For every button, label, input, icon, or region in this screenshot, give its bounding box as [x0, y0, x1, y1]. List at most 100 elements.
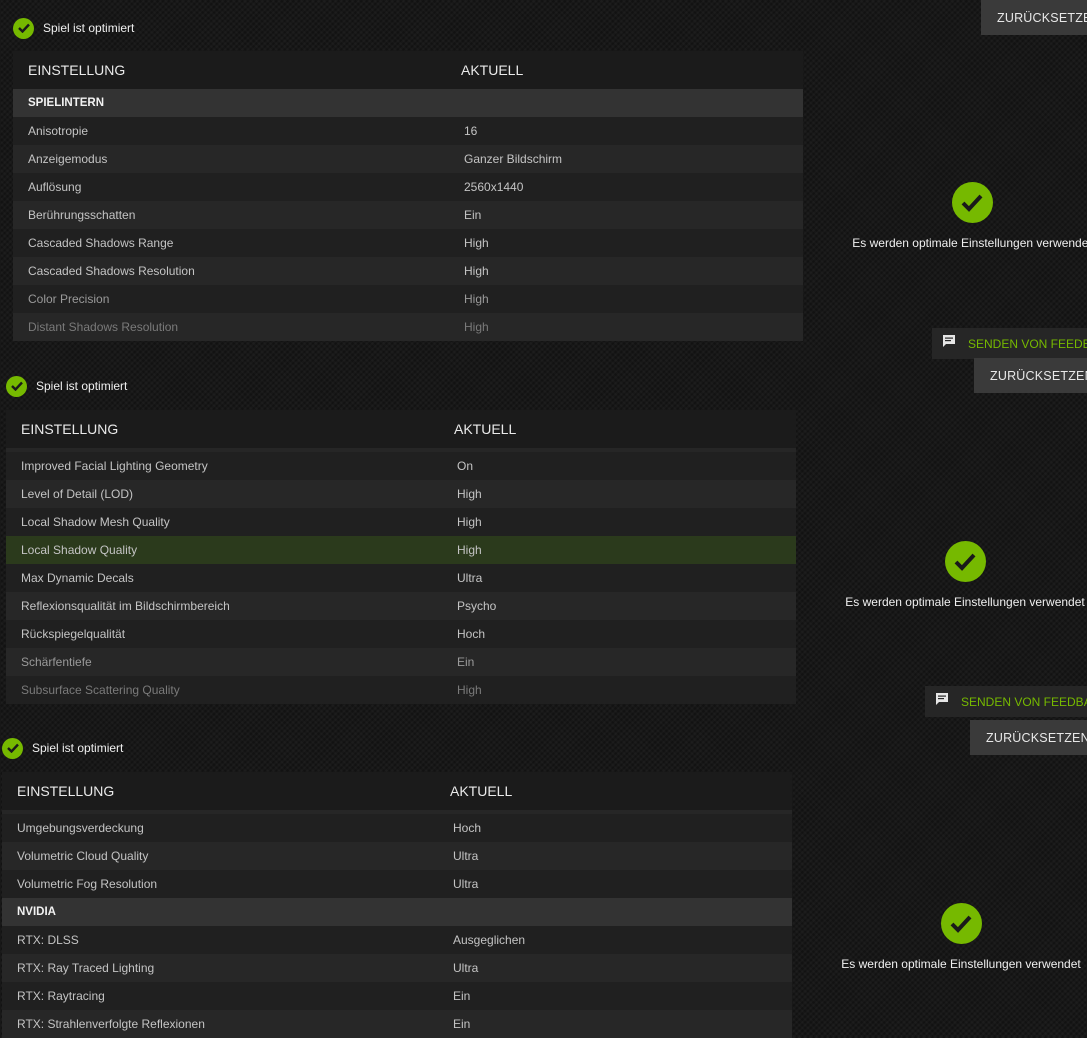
- table-row[interactable]: Volumetric Fog Resolution Ultra: [2, 870, 792, 898]
- status-optimized: Spiel ist optimiert: [6, 374, 127, 398]
- setting-name: RTX: Ray Traced Lighting: [17, 961, 155, 975]
- table-row[interactable]: RTX: DLSS Ausgeglichen: [2, 926, 792, 954]
- setting-value: Hoch: [457, 627, 486, 641]
- table-row[interactable]: Berührungsschatten Ein: [13, 201, 803, 229]
- setting-name: Local Shadow Mesh Quality: [21, 515, 170, 529]
- setting-value: On: [457, 459, 474, 473]
- setting-value: High: [464, 236, 489, 250]
- setting-value: 2560x1440: [464, 180, 524, 194]
- setting-name: Volumetric Fog Resolution: [17, 877, 158, 891]
- table-row[interactable]: RTX: Raytracing Ein: [2, 982, 792, 1010]
- status-text: Spiel ist optimiert: [32, 741, 124, 755]
- column-header-setting: EINSTELLUNG: [28, 62, 126, 78]
- table-header: EINSTELLUNG AKTUELL: [13, 51, 803, 89]
- table-row[interactable]: Subsurface Scattering Quality High: [6, 676, 796, 704]
- setting-name: Anzeigemodus: [28, 152, 108, 166]
- setting-value: Ausgeglichen: [453, 933, 526, 947]
- table-header: EINSTELLUNG AKTUELL: [2, 772, 792, 810]
- setting-name: Improved Facial Lighting Geometry: [21, 459, 208, 473]
- setting-name: Schärfentiefe: [21, 655, 92, 669]
- setting-value: High: [457, 683, 482, 697]
- setting-value: Hoch: [453, 821, 482, 835]
- setting-name: Local Shadow Quality: [21, 543, 138, 557]
- table-row[interactable]: Umgebungsverdeckung Hoch: [2, 814, 792, 842]
- reset-button[interactable]: ZURÜCKSETZEN: [974, 358, 1087, 393]
- send-feedback-button[interactable]: SENDEN VON FEEDBACK: [932, 328, 1087, 359]
- table-row[interactable]: Distant Shadows Resolution High: [13, 313, 803, 341]
- table-row[interactable]: Anzeigemodus Ganzer Bildschirm: [13, 145, 803, 173]
- table-row[interactable]: Improved Facial Lighting Geometry On: [6, 452, 796, 480]
- check-icon: [2, 737, 23, 759]
- settings-table: EINSTELLUNG AKTUELL Umgebungsverdeckung H…: [2, 772, 792, 1038]
- table-row[interactable]: RTX: Strahlenverfolgte Reflexionen Ein: [2, 1010, 792, 1038]
- status-text: Spiel ist optimiert: [43, 21, 135, 35]
- setting-value: 16: [464, 124, 478, 138]
- table-row[interactable]: Color Precision High: [13, 285, 803, 313]
- setting-name: Subsurface Scattering Quality: [21, 683, 180, 697]
- optimal-text: Es werden optimale Einstellungen verwend…: [845, 595, 1085, 609]
- chat-icon: [935, 692, 949, 711]
- setting-value: Ultra: [457, 571, 483, 585]
- setting-value: High: [457, 487, 482, 501]
- section-header: SPIELINTERN: [13, 89, 803, 117]
- table-row[interactable]: RTX: Ray Traced Lighting Ultra: [2, 954, 792, 982]
- setting-value: Ultra: [453, 961, 479, 975]
- reset-button[interactable]: ZURÜCKSETZEN: [970, 720, 1087, 755]
- table-row[interactable]: Rückspiegelqualität Hoch: [6, 620, 796, 648]
- table-row[interactable]: Auflösung 2560x1440: [13, 173, 803, 201]
- column-header-current: AKTUELL: [450, 783, 513, 799]
- setting-name: Anisotropie: [28, 124, 89, 138]
- setting-value: Psycho: [457, 599, 497, 613]
- column-header-setting: EINSTELLUNG: [21, 421, 119, 437]
- setting-name: Max Dynamic Decals: [21, 571, 134, 585]
- check-circle-icon: [951, 182, 993, 223]
- chat-icon: [942, 334, 956, 353]
- table-row[interactable]: Cascaded Shadows Range High: [13, 229, 803, 257]
- setting-name: Reflexionsqualität im Bildschirmbereich: [21, 599, 230, 613]
- feedback-label: SENDEN VON FEEDBACK: [968, 336, 1087, 351]
- setting-value: High: [464, 292, 489, 306]
- table-header: EINSTELLUNG AKTUELL: [6, 410, 796, 448]
- check-circle-icon: [944, 541, 986, 582]
- check-icon: [6, 375, 27, 397]
- setting-name: RTX: Raytracing: [17, 989, 105, 1003]
- setting-value: High: [464, 264, 489, 278]
- setting-name: Color Precision: [28, 292, 110, 306]
- table-row[interactable]: Schärfentiefe Ein: [6, 648, 796, 676]
- table-row[interactable]: Cascaded Shadows Resolution High: [13, 257, 803, 285]
- setting-name: Volumetric Cloud Quality: [17, 849, 149, 863]
- column-header-current: AKTUELL: [461, 62, 524, 78]
- setting-value: Ein: [457, 655, 475, 669]
- optimal-text: Es werden optimale Einstellungen verwend…: [841, 957, 1081, 971]
- table-row[interactable]: Anisotropie 16: [13, 117, 803, 145]
- column-header-current: AKTUELL: [454, 421, 517, 437]
- setting-value: Ganzer Bildschirm: [464, 152, 563, 166]
- table-row[interactable]: Volumetric Cloud Quality Ultra: [2, 842, 792, 870]
- optimal-status: Es werden optimale Einstellungen verwend…: [845, 541, 1085, 609]
- feedback-label: SENDEN VON FEEDBACK: [961, 694, 1087, 709]
- setting-name: Rückspiegelqualität: [21, 627, 126, 641]
- setting-value: Ein: [464, 208, 482, 222]
- check-circle-icon: [940, 903, 982, 944]
- setting-name: Level of Detail (LOD): [21, 487, 134, 501]
- optimal-status: Es werden optimale Einstellungen verwend…: [841, 903, 1081, 971]
- reset-button[interactable]: ZURÜCKSETZEN: [981, 0, 1087, 35]
- setting-value: High: [457, 515, 482, 529]
- table-row[interactable]: Reflexionsqualität im Bildschirmbereich P…: [6, 592, 796, 620]
- setting-name: Auflösung: [28, 180, 82, 194]
- table-row[interactable]: Local Shadow Mesh Quality High: [6, 508, 796, 536]
- setting-value: High: [457, 543, 482, 557]
- table-row-selected[interactable]: Local Shadow Quality High: [6, 536, 796, 564]
- settings-table: EINSTELLUNG AKTUELL SPIELINTERN Anisotro…: [13, 51, 803, 341]
- table-row[interactable]: Level of Detail (LOD) High: [6, 480, 796, 508]
- setting-name: RTX: DLSS: [17, 933, 79, 947]
- setting-value: Ultra: [453, 877, 479, 891]
- table-row[interactable]: Max Dynamic Decals Ultra: [6, 564, 796, 592]
- setting-value: High: [464, 320, 489, 334]
- setting-value: Ein: [453, 1017, 471, 1031]
- send-feedback-button[interactable]: SENDEN VON FEEDBACK: [925, 686, 1087, 717]
- setting-name: Cascaded Shadows Range: [28, 236, 174, 250]
- setting-name: Berührungsschatten: [28, 208, 136, 222]
- status-optimized: Spiel ist optimiert: [13, 16, 134, 40]
- setting-name: RTX: Strahlenverfolgte Reflexionen: [17, 1017, 205, 1031]
